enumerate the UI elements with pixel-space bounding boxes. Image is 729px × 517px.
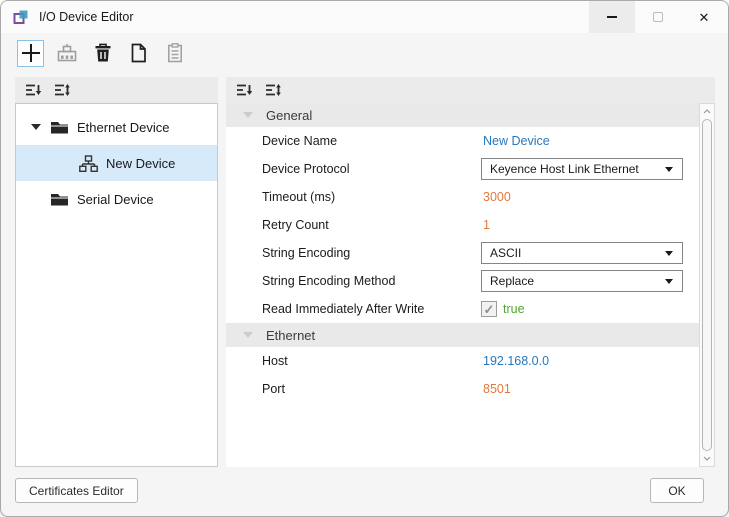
scroll-up-button[interactable] [700,105,714,118]
close-button[interactable]: ✕ [681,1,727,33]
chevron-down-icon [243,332,253,338]
chevron-down-icon [703,456,711,461]
close-icon: ✕ [699,11,710,24]
folder-icon [50,120,69,134]
chevron-up-icon [703,109,711,114]
paste-icon [167,43,183,63]
device-protocol-dropdown[interactable]: Keyence Host Link Ethernet [481,158,683,180]
expand-all-button[interactable] [264,82,282,98]
tree-item-new-device[interactable]: New Device [16,145,217,181]
property-row-device-name: Device Name New Device [226,127,699,155]
collapse-all-icon [236,83,253,97]
collapse-all-icon [25,83,42,97]
property-grid: General Device Name New Device Device Pr… [226,103,699,467]
property-row-timeout: Timeout (ms) 3000 [226,183,699,211]
property-row-retry-count: Retry Count 1 [226,211,699,239]
vertical-scrollbar[interactable] [699,103,715,467]
scroll-down-button[interactable] [700,452,714,465]
window-controls: ✕ [589,1,727,33]
add-device-template-button[interactable] [53,40,80,67]
tree-item-label: New Device [106,156,175,171]
host-value[interactable]: 192.168.0.0 [483,354,549,368]
chevron-down-icon [243,112,253,118]
property-row-string-encoding-method: String Encoding Method Replace [226,267,699,295]
properties-panel: General Device Name New Device Device Pr… [226,77,715,467]
certificates-editor-button[interactable]: Certificates Editor [15,478,138,503]
check-icon: ✓ [484,303,495,316]
property-row-port: Port 8501 [226,375,699,403]
expand-all-icon [265,83,282,97]
property-row-device-protocol: Device Protocol Keyence Host Link Ethern… [226,155,699,183]
trash-icon [94,43,112,63]
app-logo-icon [13,9,29,25]
maximize-icon [653,12,663,22]
building-icon [56,43,78,63]
expand-all-icon [54,83,71,97]
copy-device-button[interactable] [125,40,152,67]
section-ethernet[interactable]: Ethernet [226,323,699,347]
chevron-down-icon [665,279,673,284]
section-general[interactable]: General [226,103,699,127]
paste-device-button[interactable] [161,40,188,67]
tree-item-label: Ethernet Device [77,120,170,135]
tree-item-serial-device[interactable]: Serial Device [16,181,217,217]
network-icon [79,155,98,172]
string-encoding-dropdown[interactable]: ASCII [481,242,683,264]
properties-panel-header [226,77,715,103]
copy-icon [130,43,147,63]
chevron-down-icon[interactable] [31,124,41,130]
ok-button[interactable]: OK [650,478,704,503]
delete-device-button[interactable] [89,40,116,67]
minimize-icon [607,16,617,17]
timeout-value[interactable]: 3000 [483,190,511,204]
string-encoding-method-dropdown[interactable]: Replace [481,270,683,292]
folder-icon [50,192,69,206]
tree-panel-header [15,77,218,103]
plus-icon [20,42,42,64]
collapse-all-button[interactable] [235,82,253,98]
device-tree-panel: Ethernet Device New Device [15,77,218,467]
device-tree: Ethernet Device New Device [15,103,218,467]
read-immediately-checkbox[interactable]: ✓ [481,301,497,317]
scrollbar-thumb[interactable] [702,119,712,451]
collapse-all-button[interactable] [24,82,42,98]
port-value[interactable]: 8501 [483,382,511,396]
tree-item-label: Serial Device [77,192,154,207]
retry-count-value[interactable]: 1 [483,218,490,232]
property-row-host: Host 192.168.0.0 [226,347,699,375]
device-name-value[interactable]: New Device [483,134,550,148]
maximize-button[interactable] [635,1,681,33]
property-row-read-immediately: Read Immediately After Write ✓ true [226,295,699,323]
add-device-button[interactable] [17,40,44,67]
tree-item-ethernet-device[interactable]: Ethernet Device [16,109,217,145]
minimize-button[interactable] [589,1,635,33]
toolbar [17,38,188,68]
window-title: I/O Device Editor [39,10,133,24]
property-row-string-encoding: String Encoding ASCII [226,239,699,267]
titlebar: I/O Device Editor ✕ [1,1,728,33]
chevron-down-icon [665,251,673,256]
read-immediately-value: true [503,302,525,316]
io-device-editor-window: I/O Device Editor ✕ [0,0,729,517]
expand-all-button[interactable] [53,82,71,98]
chevron-down-icon [665,167,673,172]
